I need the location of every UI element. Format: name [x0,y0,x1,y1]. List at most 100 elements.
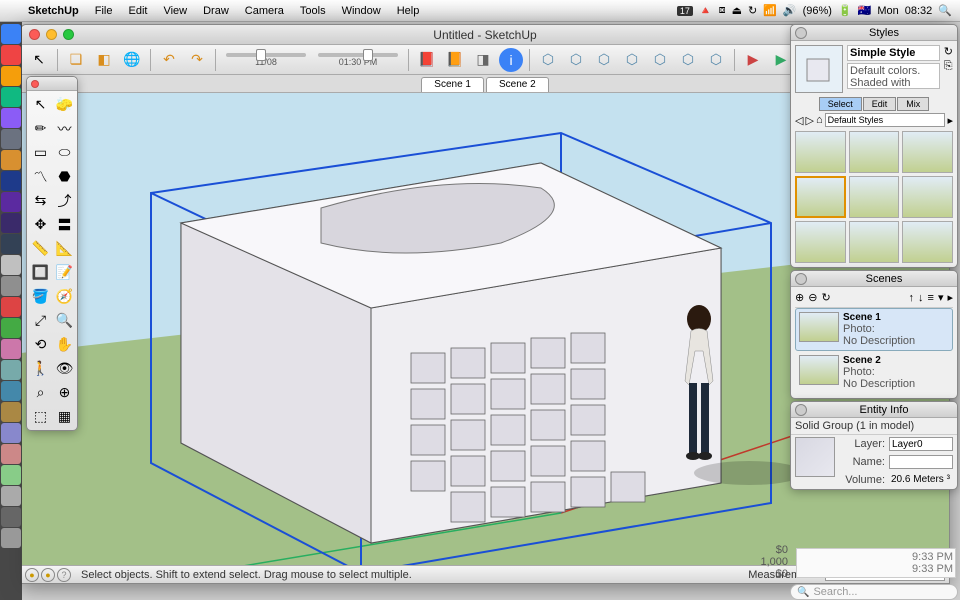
scene-add-btn-icon[interactable]: ⊕ [795,291,804,304]
app-name[interactable]: SketchUp [20,5,87,17]
current-style-thumbnail[interactable] [795,45,843,93]
scene-menu-icon[interactable]: ▾ [938,291,944,304]
entity-material-swatch[interactable] [795,437,835,477]
display-icon[interactable]: ⧈ [719,4,726,17]
dock-app-icon[interactable] [1,360,21,380]
tool-button[interactable]: 〓 [53,213,76,236]
dock-app-icon[interactable] [1,87,21,107]
battery-text[interactable]: (96%) [803,5,832,17]
clock-day[interactable]: Mon [877,5,898,17]
tool-button[interactable]: ↖ [29,93,52,116]
dock-app-icon[interactable] [1,381,21,401]
tool-button[interactable]: 🚶 [29,357,52,380]
tool-button[interactable]: ⬣ [53,165,76,188]
style-swatch[interactable] [849,131,900,173]
style-name-field[interactable]: Simple Style [847,45,940,61]
scene-up-icon[interactable]: ↑ [909,292,915,304]
tool-button[interactable]: 〰 [53,117,76,140]
view-iso-icon[interactable]: ⬡ [536,48,560,72]
dock-app-icon[interactable] [1,318,21,338]
tool-button[interactable]: 🔲 [29,261,52,284]
tool-button[interactable]: 🪣 [29,285,52,308]
view-right-icon[interactable]: ⬡ [620,48,644,72]
wifi-icon[interactable]: 📶 [763,4,777,17]
tool-button[interactable]: 🧭 [53,285,76,308]
eject-icon[interactable]: ⏏ [732,4,742,17]
dock-app-icon[interactable] [1,276,21,296]
tool-button[interactable]: 📝 [53,261,76,284]
menu-draw[interactable]: Draw [195,5,237,17]
shadow-time-slider[interactable] [318,53,398,57]
minimize-window-icon[interactable] [46,29,57,40]
entity-collapse-icon[interactable] [795,404,807,416]
styles-detail-icon[interactable]: ▸ [947,114,953,127]
menu-window[interactable]: Window [334,5,389,17]
style-swatch[interactable] [902,221,953,263]
styles-tab-mix[interactable]: Mix [897,97,929,111]
dock-app-icon[interactable] [1,171,21,191]
status-geo-icon[interactable]: ● [25,568,39,582]
style-swatch[interactable] [795,176,846,218]
tool-button[interactable]: 〽 [29,165,52,188]
styles-tab-select[interactable]: Select [819,97,862,111]
dock-app-icon[interactable] [1,486,21,506]
palette-close-icon[interactable] [31,80,39,88]
shadow-date-slider[interactable] [226,53,306,57]
scene-item-2[interactable]: Scene 2Photo:No Description [795,351,953,394]
style-swatch[interactable] [849,176,900,218]
scene-tab-2[interactable]: Scene 2 [486,77,549,92]
tool-button[interactable]: ⟲ [29,333,52,356]
zoom-window-icon[interactable] [63,29,74,40]
battery-icon[interactable]: 🔋 [838,4,852,17]
scene-view-icon[interactable]: ≡ [928,292,934,304]
view-top-icon[interactable]: ⬡ [564,48,588,72]
tool-button[interactable]: ⌕ [29,381,52,404]
outliner-icon[interactable]: 📙 [443,48,467,72]
scene-add-icon[interactable]: ▶ [741,48,765,72]
tool-button[interactable]: ⬚ [29,405,52,428]
dock-app-icon[interactable] [1,213,21,233]
tool-button[interactable]: ✥ [29,213,52,236]
scene-remove-btn-icon[interactable]: ⊖ [808,291,817,304]
menu-tools[interactable]: Tools [292,5,334,17]
menu-file[interactable]: File [87,5,121,17]
style-desc-field[interactable]: Default colors. Shaded with textures fac… [847,63,940,89]
view-left-icon[interactable]: ⬡ [676,48,700,72]
close-window-icon[interactable] [29,29,40,40]
entity-layer-dropdown[interactable]: Layer0 [889,437,953,451]
paint-icon[interactable]: ◧ [92,48,116,72]
clock-time[interactable]: 08:32 [905,5,933,17]
styles-home-icon[interactable]: ⌂ [816,114,823,126]
status-credits-icon[interactable]: ● [41,568,55,582]
dock-app-icon[interactable] [1,339,21,359]
dock-app-icon[interactable] [1,108,21,128]
dock-app-icon[interactable] [1,192,21,212]
dock-app-icon[interactable] [1,528,21,548]
styles-icon[interactable]: ◨ [471,48,495,72]
style-update-icon[interactable]: ↻ [944,45,953,58]
scenes-collapse-icon[interactable] [795,273,807,285]
view-front-icon[interactable]: ⬡ [592,48,616,72]
view-back-icon[interactable]: ⬡ [648,48,672,72]
styles-library-dropdown[interactable]: Default Styles [825,113,946,127]
style-swatch[interactable] [849,221,900,263]
select-tool-icon[interactable]: ↖ [27,48,51,72]
spotlight-search-input[interactable]: Search... [790,584,958,600]
dock-app-icon[interactable] [1,297,21,317]
tool-button[interactable]: ⇆ [29,189,52,212]
model-info-icon[interactable]: 📕 [415,48,439,72]
scene-down-icon[interactable]: ↓ [918,292,924,304]
info-icon[interactable]: i [499,48,523,72]
scene-tab-1[interactable]: Scene 1 [421,77,484,92]
style-swatch[interactable] [902,176,953,218]
dock-app-icon[interactable] [1,234,21,254]
status-help-icon[interactable]: ? [57,568,71,582]
redo-icon[interactable]: ↷ [185,48,209,72]
dock-app-icon[interactable] [1,24,21,44]
sync-icon[interactable]: ↻ [748,4,757,17]
dock-app-icon[interactable] [1,66,21,86]
style-swatch[interactable] [902,131,953,173]
entity-name-field[interactable] [889,455,953,469]
style-new-icon[interactable]: ⎘ [944,60,953,73]
scene-item-1[interactable]: Scene 1Photo:No Description [795,308,953,351]
